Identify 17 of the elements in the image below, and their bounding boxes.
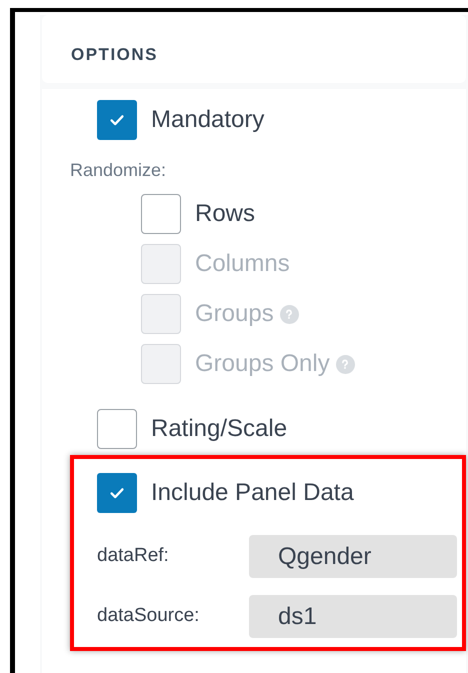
checkbox-label: Rating/Scale xyxy=(151,414,288,444)
checkbox[interactable] xyxy=(97,100,137,140)
checkbox-label: Groups xyxy=(195,299,274,329)
checkbox[interactable] xyxy=(97,473,137,513)
checkbox-label: Groups Only xyxy=(195,349,330,379)
checkbox-label: Include Panel Data xyxy=(151,478,354,508)
section-title: OPTIONS xyxy=(71,44,160,66)
checkbox-label: Columns xyxy=(195,249,290,279)
section-label: Randomize: xyxy=(69,159,168,182)
field-label: dataSource: xyxy=(96,604,200,628)
checkbox-label: Rows xyxy=(195,199,256,229)
input-field[interactable]: Qgender xyxy=(249,535,457,578)
input-field[interactable]: ds1 xyxy=(249,595,457,638)
checkbox[interactable] xyxy=(97,409,137,449)
field-label: dataRef: xyxy=(96,544,170,568)
checkbox[interactable] xyxy=(141,194,181,234)
checkbox-label: Mandatory xyxy=(151,105,264,135)
